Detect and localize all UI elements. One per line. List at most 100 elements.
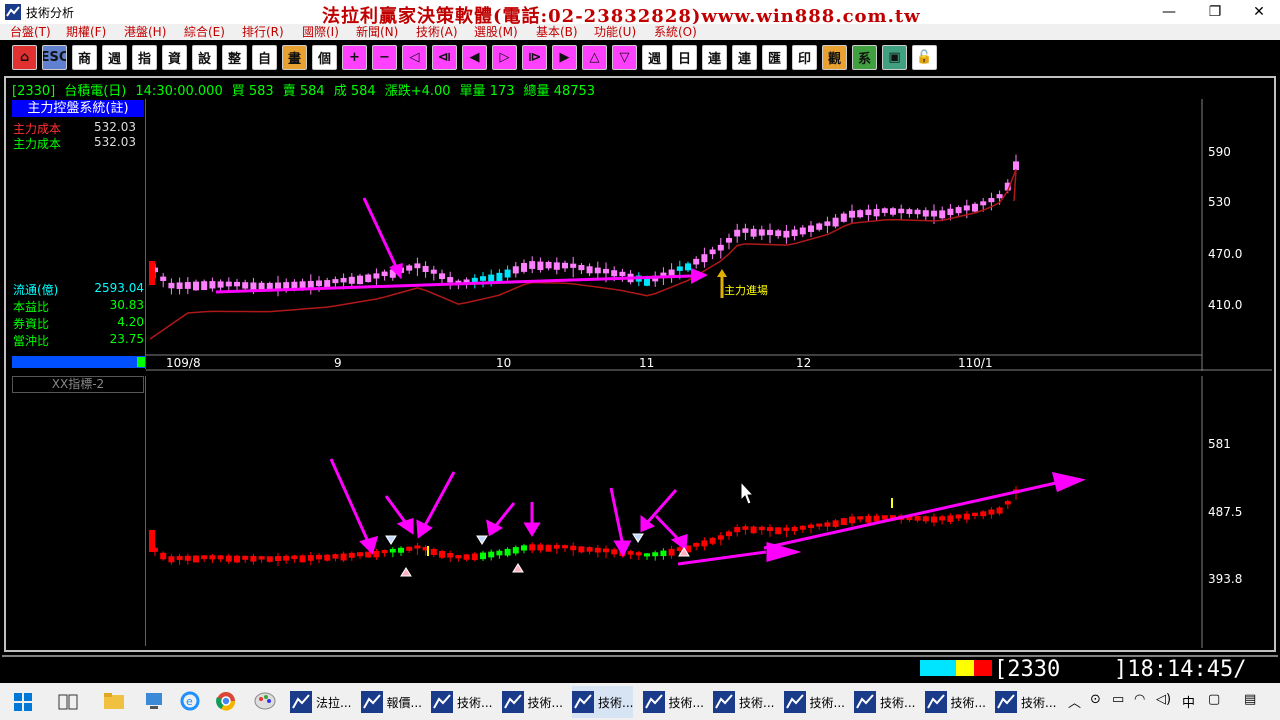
system-title[interactable]: 主力控盤系統(註): [12, 100, 144, 117]
indicator-bar: [562, 545, 568, 549]
taskbar-app-7[interactable]: 技術...: [783, 686, 845, 718]
indicator-title[interactable]: XX指標-2: [12, 376, 144, 393]
taskbar-app-1[interactable]: 報價...: [360, 686, 422, 718]
close-button[interactable]: ✕: [1236, 0, 1280, 24]
tray-app-icon[interactable]: ⊙: [1090, 692, 1101, 707]
maximize-button[interactable]: ❐: [1192, 0, 1238, 24]
windows-start-icon[interactable]: [14, 693, 32, 711]
candle: [955, 207, 962, 214]
volume-icon[interactable]: ◁): [1156, 692, 1171, 707]
ime-mode-icon[interactable]: ▢: [1208, 692, 1220, 707]
menu-item-7[interactable]: 技術(A): [416, 24, 458, 40]
paint-icon[interactable]: [254, 691, 276, 711]
battery-icon[interactable]: ▭: [1112, 692, 1124, 707]
menu-item-3[interactable]: 綜合(E): [184, 24, 225, 40]
toolbar-lock-button[interactable]: 🔓: [912, 45, 937, 70]
toolbar-up-button[interactable]: △: [582, 45, 607, 70]
toolbar-ri-button[interactable]: 日: [672, 45, 697, 70]
minimize-button[interactable]: —: [1146, 0, 1192, 24]
task-view-icon[interactable]: [58, 693, 78, 711]
candle: [988, 198, 995, 203]
toolbar-left-button[interactable]: ◁: [402, 45, 427, 70]
svg-text:e: e: [186, 695, 193, 708]
menu-item-1[interactable]: 期權(F): [66, 24, 106, 40]
toolbar-combo-button[interactable]: 整: [222, 45, 247, 70]
taskbar-app-8[interactable]: 技術...: [854, 686, 915, 718]
menu-item-5[interactable]: 國際(I): [302, 24, 339, 40]
taskbar-app-6[interactable]: 技術...: [713, 686, 774, 718]
toolbar-zi-button[interactable]: 資: [162, 45, 187, 70]
toolbar-zhou-button[interactable]: 週: [642, 45, 667, 70]
menu-item-4[interactable]: 排行(R): [242, 24, 284, 40]
menu-item-8[interactable]: 選股(M): [474, 24, 518, 40]
taskbar-app-3[interactable]: 技術...: [501, 686, 563, 718]
candle: [717, 244, 724, 251]
taskbar-app-9[interactable]: 技術...: [924, 686, 986, 718]
toolbar-right2-button[interactable]: ⧐: [522, 45, 547, 70]
toolbar-lian-button[interactable]: 連: [702, 45, 727, 70]
menu-item-6[interactable]: 新聞(N): [356, 24, 398, 40]
candle: [381, 271, 388, 277]
candle: [832, 217, 839, 227]
toolbar-plus-button[interactable]: +: [342, 45, 367, 70]
taskbar-app-4[interactable]: 技術...: [572, 686, 634, 718]
toolbar-lian2-button[interactable]: 連: [732, 45, 757, 70]
indicator-bar: [734, 527, 741, 533]
taskbar-app-0[interactable]: 法拉...: [290, 686, 351, 718]
network-icon[interactable]: [144, 691, 164, 711]
chrome-icon[interactable]: [216, 691, 236, 711]
taskbar-app-2[interactable]: 技術...: [431, 686, 492, 718]
indicator-bar: [529, 544, 536, 551]
candle: [873, 208, 880, 217]
cost-value-1: 532.03: [94, 120, 136, 134]
tray-chevron-icon[interactable]: ︿: [1068, 692, 1081, 711]
toolbar: ⌂ESC商週指資設整自畫個+−◁⧏◀▷⧐▶△▽週日連連匯印觀系▣🔓: [0, 42, 1280, 74]
toolbar-print-button[interactable]: 印: [792, 45, 817, 70]
notification-icon[interactable]: ▤: [1244, 692, 1256, 707]
toolbar-guan-button[interactable]: 觀: [822, 45, 847, 70]
toolbar-grid-button[interactable]: 個: [312, 45, 337, 70]
wifi-icon[interactable]: ◠: [1134, 692, 1145, 707]
toolbar-win-button[interactable]: ▣: [882, 45, 907, 70]
file-explorer-icon[interactable]: [104, 692, 124, 710]
indicator-chart[interactable]: 581 487.5 393.8: [146, 376, 1272, 648]
ie-browser-icon[interactable]: e: [180, 691, 200, 711]
cost-value-2: 532.03: [94, 135, 136, 149]
toolbar-left2-button[interactable]: ⧏: [432, 45, 457, 70]
toolbar-xi-button[interactable]: 系: [852, 45, 877, 70]
toolbar-index-button[interactable]: 指: [132, 45, 157, 70]
menu-item-9[interactable]: 基本(B): [536, 24, 578, 40]
toolbar-shang-button[interactable]: 商: [72, 45, 97, 70]
menu-item-2[interactable]: 港盤(H): [124, 24, 166, 40]
toolbar-down-button[interactable]: ▽: [612, 45, 637, 70]
scroll-thumb[interactable]: [137, 357, 145, 367]
toolbar-report-button[interactable]: 週: [102, 45, 127, 70]
price-chart[interactable]: 主力進場 590 530 470.0 410.0 109/8 9 10 11 12 110/1: [146, 99, 1272, 371]
menu-item-10[interactable]: 功能(U): [594, 24, 636, 40]
toolbar-draw-button[interactable]: 畫: [282, 45, 307, 70]
taskbar-app-5[interactable]: 技術...: [642, 686, 704, 718]
taskbar-app-label: 法拉...: [316, 695, 352, 710]
toolbar-self-button[interactable]: 自: [252, 45, 277, 70]
indicator-bar: [758, 526, 765, 531]
ime-indicator[interactable]: 中: [1182, 692, 1195, 711]
candle: [447, 277, 454, 283]
toolbar-right-button[interactable]: ▷: [492, 45, 517, 70]
toolbar-home-button[interactable]: ⌂: [12, 45, 37, 70]
candle: [693, 258, 700, 265]
toolbar-minus-button[interactable]: −: [372, 45, 397, 70]
toolbar-hui-button[interactable]: 匯: [762, 45, 787, 70]
menu-item-0[interactable]: 台盤(T): [10, 24, 51, 40]
taskbar-app-10[interactable]: 技術...: [995, 686, 1056, 718]
candle: [537, 261, 544, 270]
mouse-cursor-icon: [740, 480, 755, 505]
scroll-bar[interactable]: [12, 356, 146, 368]
menu-item-11[interactable]: 系統(O): [654, 24, 697, 40]
candle: [931, 210, 937, 217]
toolbar-left3-button[interactable]: ◀: [462, 45, 487, 70]
toolbar-set-button[interactable]: 設: [192, 45, 217, 70]
toolbar-esc-button[interactable]: ESC: [42, 45, 67, 70]
toolbar-right3-button[interactable]: ▶: [552, 45, 577, 70]
menu-bar: 台盤(T) 期權(F) 港盤(H) 綜合(E) 排行(R) 國際(I) 新聞(N) 技術(A)…: [0, 24, 1280, 40]
indicator-bar: [668, 548, 675, 556]
